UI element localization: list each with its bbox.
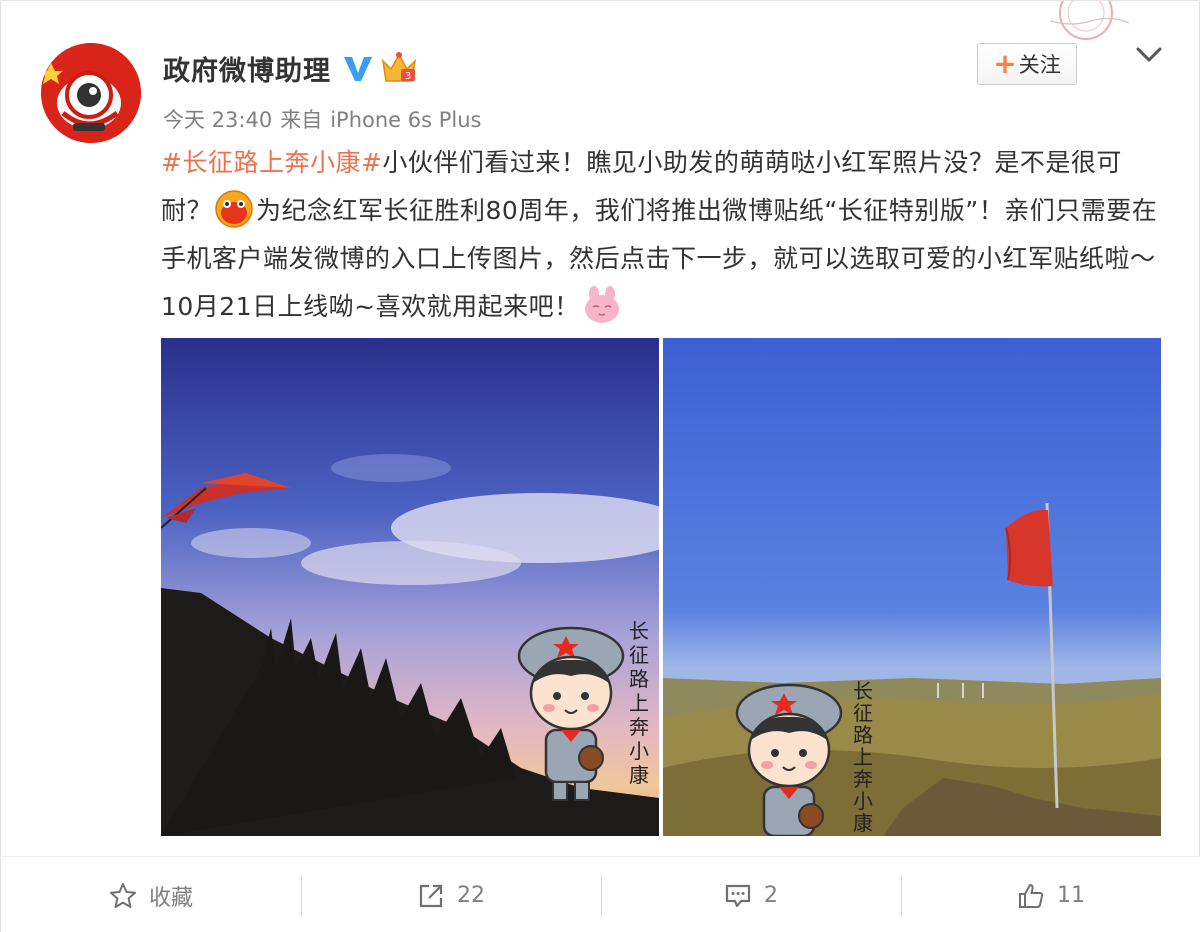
sticker-caption-vertical: 长征路上奔小康 [629,619,649,787]
comment-button[interactable]: 2 [601,857,901,932]
post-time[interactable]: 今天 23:40 [163,108,272,132]
svg-text:3: 3 [405,71,411,82]
shy-face-emoji-icon [215,190,253,228]
thumbs-up-icon [1019,883,1044,908]
follow-button[interactable]: + 关注 [977,43,1077,85]
post-image-1[interactable]: 长征路上奔小康 [161,338,659,836]
comment-bubble-icon [725,884,751,907]
weibo-post-card: 政府微博助理 3 今天 23:40 来自 iPhone 6s Plus + 关注 #… [0,0,1200,932]
mountain-flag-photo: 长征路上奔小康 [663,338,1161,836]
action-bar: 收藏 22 2 11 [1,856,1200,932]
hashtag-link[interactable]: #长征路上奔小康# [161,148,382,177]
user-name[interactable]: 政府微博助理 [163,49,331,88]
source-device[interactable]: iPhone 6s Plus [330,108,481,132]
user-avatar[interactable] [41,43,141,143]
favorite-button[interactable]: 收藏 [1,857,301,932]
repost-count: 22 [457,883,485,908]
repost-button[interactable]: 22 [301,857,601,932]
favorite-label: 收藏 [148,885,193,911]
follow-label: 关注 [1018,53,1061,77]
verified-v-icon [344,57,372,81]
share-arrow-icon [419,884,443,907]
sticker-caption-vertical-2: 长征路上奔小康 [853,679,873,835]
post-text-part2: 为纪念红军长征胜利80周年，我们将推出微博贴纸“长征特别版”！亲们只需要在手机客… [161,196,1158,321]
star-icon [109,882,136,908]
post-meta: 今天 23:40 来自 iPhone 6s Plus [163,104,490,134]
source-prefix: 来自 [280,108,323,132]
avatar-logo-icon [41,43,141,143]
sunset-photo: 长征路上奔小康 [161,338,659,836]
like-button[interactable]: 11 [901,857,1200,932]
post-image-2[interactable]: 长征路上奔小康 [663,338,1161,836]
like-count: 11 [1057,883,1085,908]
bunny-face-emoji-icon [584,286,619,323]
crown-member-icon[interactable]: 3 [379,51,419,85]
plus-icon: + [993,47,1017,80]
post-text: #长征路上奔小康#小伙伴们看过来！瞧见小助发的萌萌哒小红军照片没？是不是很可耐？… [161,139,1161,331]
watermark-stamp [1050,1,1130,40]
chevron-down-icon[interactable] [1134,45,1164,65]
comment-count: 2 [764,883,778,908]
